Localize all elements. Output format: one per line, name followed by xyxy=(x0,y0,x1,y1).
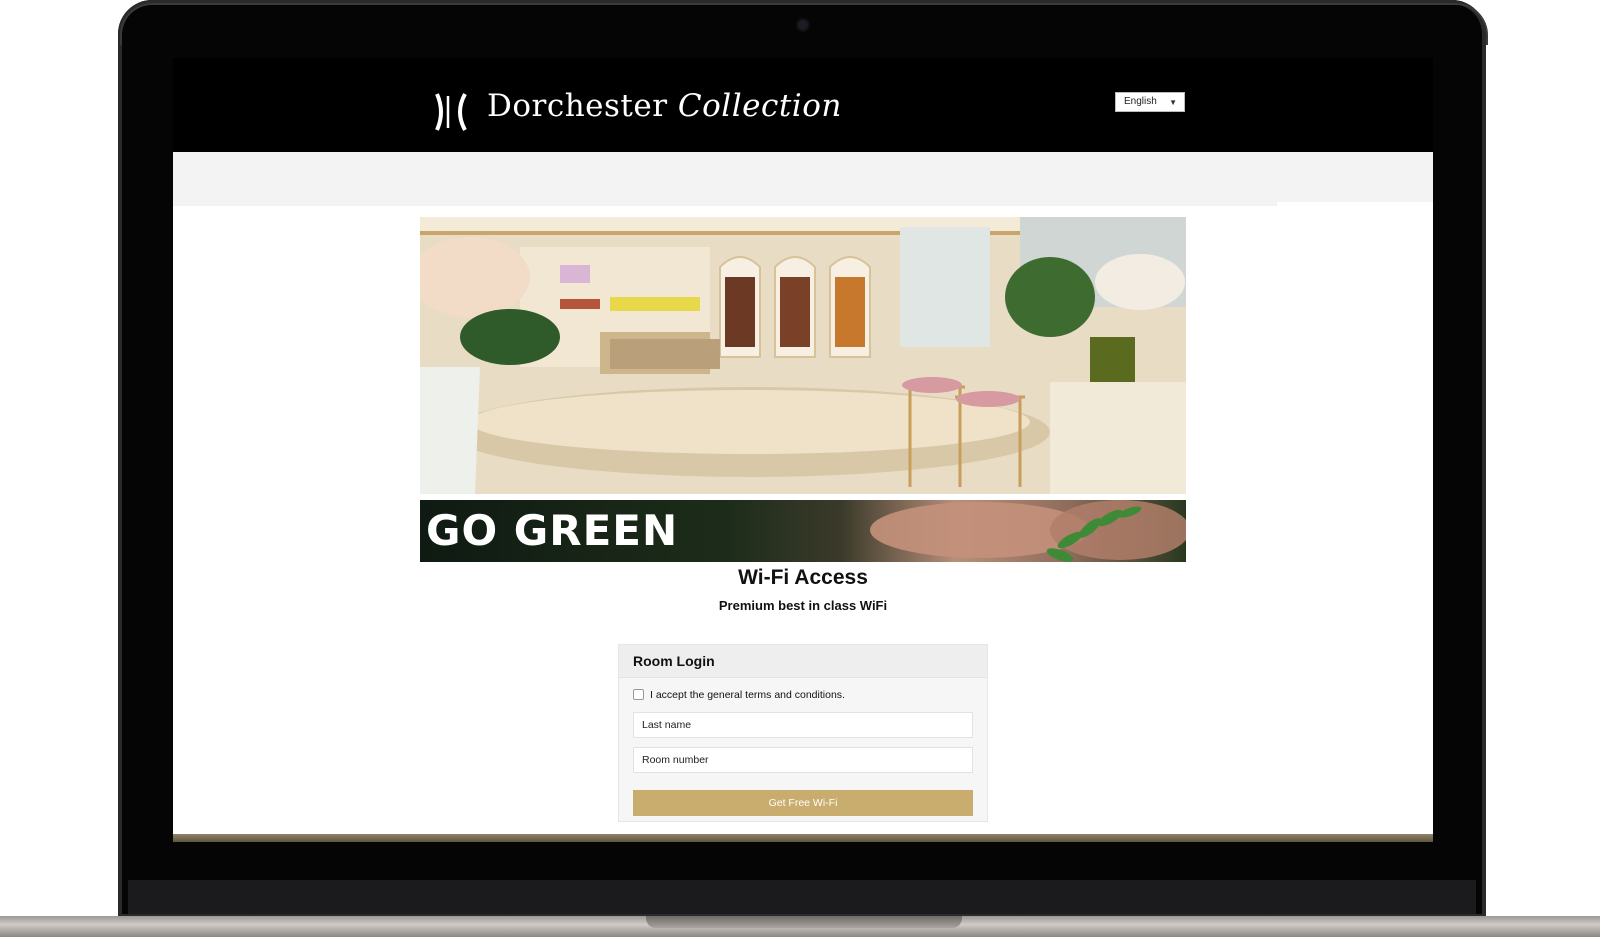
patisserie-illustration xyxy=(420,217,1186,494)
page-title: Wi-Fi Access xyxy=(738,566,868,589)
nav-band-right xyxy=(1277,152,1433,202)
chevron-down-icon: ▼ xyxy=(1169,98,1177,107)
room-number-input[interactable] xyxy=(633,747,973,773)
page-subtitle: Premium best in class WiFi xyxy=(718,598,888,613)
brand-wordmark: Dorchester Collection xyxy=(487,88,842,124)
screen: Dorchester Collection English ▼ GO GREEN… xyxy=(173,58,1433,841)
card-header: Room Login xyxy=(619,645,987,678)
laptop-bezel-bottom xyxy=(128,880,1476,914)
brand-primary: Dorchester xyxy=(487,88,668,124)
terms-checkbox[interactable] xyxy=(633,689,644,700)
nav-band xyxy=(173,152,1277,206)
card-title: Room Login xyxy=(633,653,715,669)
get-free-wifi-button[interactable]: Get Free Wi-Fi xyxy=(633,790,973,816)
laptop-notch xyxy=(646,916,962,928)
language-select[interactable]: English ▼ xyxy=(1115,92,1185,112)
banner-text: GO GREEN xyxy=(426,506,679,555)
room-login-form: Room Login I accept the general terms an… xyxy=(618,644,988,822)
hero-image xyxy=(420,217,1186,494)
camera-icon xyxy=(798,20,808,30)
go-green-banner: GO GREEN xyxy=(420,500,1186,562)
site-header: Dorchester Collection English ▼ xyxy=(173,58,1433,152)
terms-label: I accept the general terms and condition… xyxy=(650,689,845,701)
last-name-input[interactable] xyxy=(633,712,973,738)
language-selected: English xyxy=(1124,96,1157,107)
dorchester-logo-icon xyxy=(435,93,467,131)
brand-secondary: Collection xyxy=(677,88,842,124)
screen-bottom-strip xyxy=(173,834,1433,842)
